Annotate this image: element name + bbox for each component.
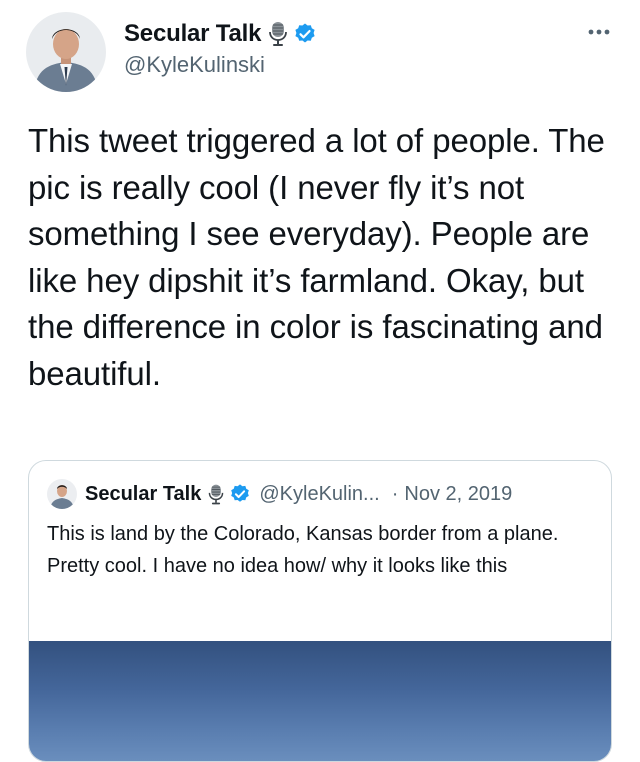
quoted-author-avatar[interactable] <box>47 479 77 509</box>
quoted-tweet-text: This is land by the Colorado, Kansas bor… <box>47 523 559 577</box>
microphone-icon <box>267 20 289 48</box>
header-separator: · <box>391 482 399 505</box>
author-handle[interactable]: @KyleKulinski <box>124 52 265 78</box>
author-name-row[interactable]: Secular Talk <box>124 18 317 50</box>
tweet: Secular Talk @KyleKulinski This tweet tr… <box>0 0 640 762</box>
author-display-name[interactable]: Secular Talk <box>124 20 261 48</box>
microphone-icon <box>207 483 225 506</box>
more-options-icon[interactable] <box>584 22 614 42</box>
tweet-text: This tweet triggered a lot of people. Th… <box>28 122 614 392</box>
quoted-tweet-header[interactable]: Secular Talk @KyleKulin... · Nov 2, 2019 <box>47 479 512 509</box>
quoted-author-display-name[interactable]: Secular Talk <box>85 483 201 506</box>
quoted-author-handle[interactable]: @KyleKulin... <box>259 483 379 506</box>
verified-badge-icon <box>293 22 317 46</box>
author-avatar[interactable] <box>26 12 106 92</box>
quoted-tweet-date[interactable]: Nov 2, 2019 <box>404 483 512 506</box>
quoted-tweet-image[interactable] <box>29 641 611 761</box>
verified-badge-icon <box>229 483 251 505</box>
quoted-tweet-card[interactable]: Secular Talk @KyleKulin... · Nov 2, 2019 <box>28 460 612 762</box>
